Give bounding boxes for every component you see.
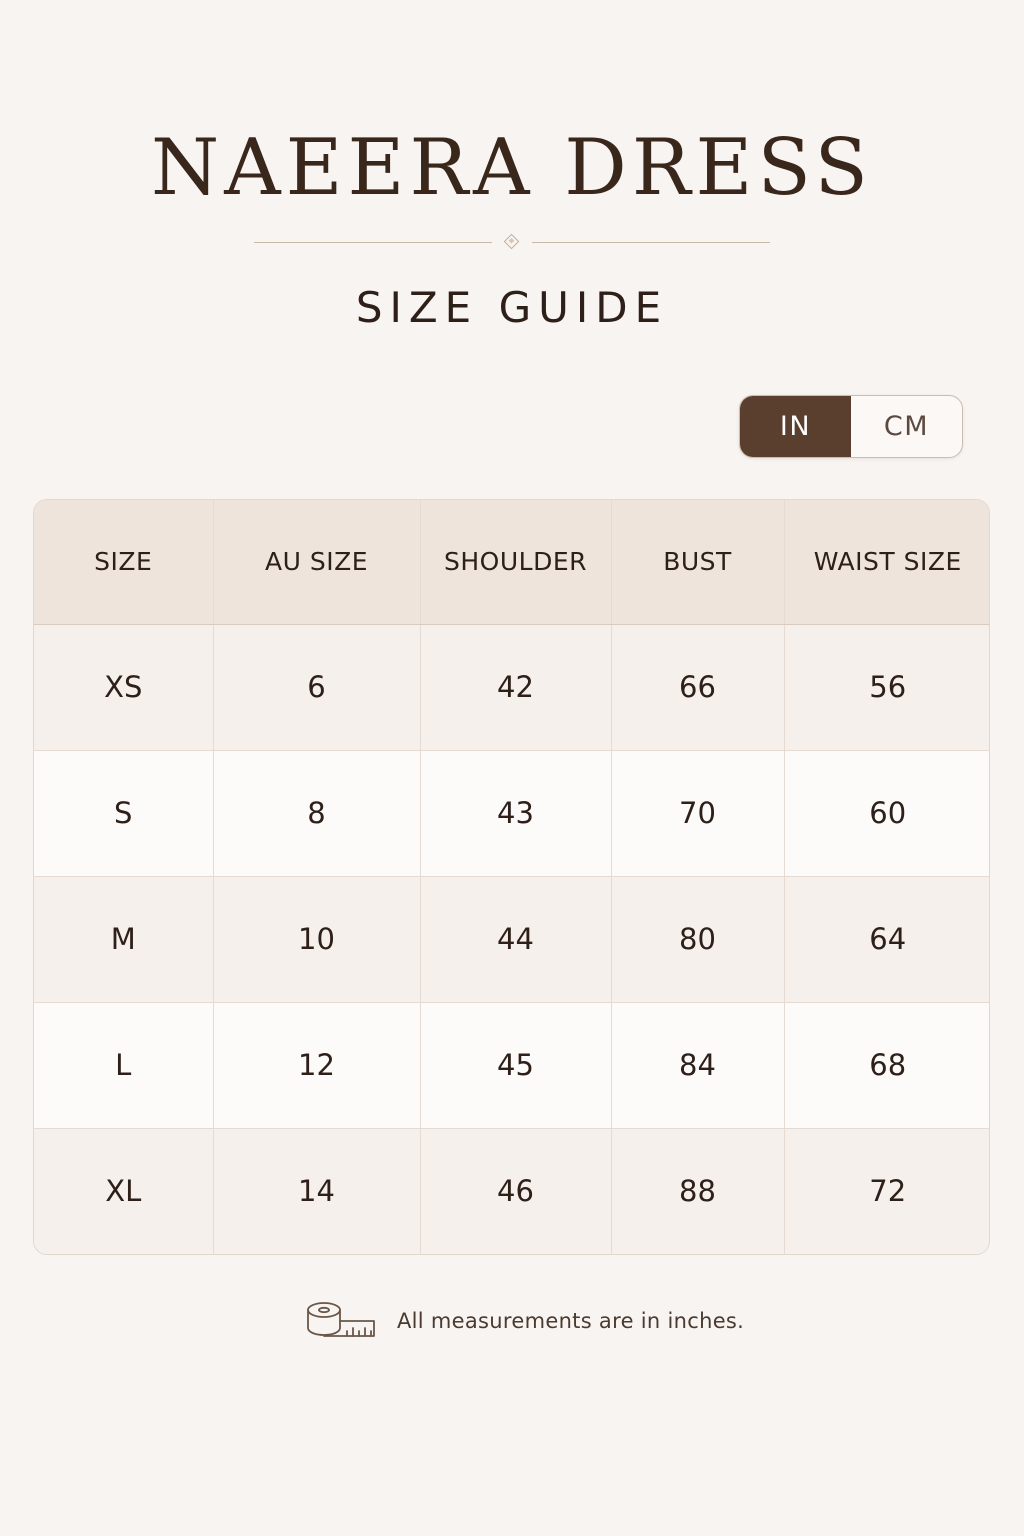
table-row: XL 14 46 88 72 bbox=[34, 1128, 989, 1254]
cell-shoulder: 46 bbox=[420, 1128, 612, 1254]
column-header-shoulder: SHOULDER bbox=[420, 500, 612, 625]
cell-waist-size: 64 bbox=[784, 876, 989, 1003]
cell-shoulder: 43 bbox=[420, 750, 612, 877]
cell-shoulder: 42 bbox=[420, 624, 612, 751]
cell-au-size: 6 bbox=[213, 624, 421, 751]
table-header-row: SIZE AU SIZE SHOULDER BUST WAIST SIZE bbox=[34, 500, 989, 625]
cell-au-size: 12 bbox=[213, 1002, 421, 1129]
cell-size: L bbox=[34, 1002, 214, 1129]
measurement-note-text: All measurements are in inches. bbox=[397, 1309, 745, 1333]
measurement-note: All measurements are in inches. bbox=[305, 1298, 744, 1344]
cell-size: XS bbox=[34, 624, 214, 751]
column-header-waist-size: WAIST SIZE bbox=[784, 500, 989, 625]
cell-shoulder: 44 bbox=[420, 876, 612, 1003]
column-header-bust: BUST bbox=[611, 500, 785, 625]
cell-bust: 70 bbox=[611, 750, 785, 877]
unit-option-in[interactable]: IN bbox=[740, 396, 851, 457]
table-row: M 10 44 80 64 bbox=[34, 876, 989, 1003]
unit-option-cm[interactable]: CM bbox=[851, 396, 962, 457]
table-row: L 12 45 84 68 bbox=[34, 1002, 989, 1129]
size-table: SIZE AU SIZE SHOULDER BUST WAIST SIZE XS… bbox=[33, 499, 990, 1255]
cell-bust: 66 bbox=[611, 624, 785, 751]
cell-waist-size: 68 bbox=[784, 1002, 989, 1129]
cell-size: S bbox=[34, 750, 214, 877]
title-divider-ornament bbox=[254, 232, 770, 252]
cell-waist-size: 72 bbox=[784, 1128, 989, 1254]
cell-size: XL bbox=[34, 1128, 214, 1254]
cell-bust: 84 bbox=[611, 1002, 785, 1129]
cell-size: M bbox=[34, 876, 214, 1003]
cell-au-size: 14 bbox=[213, 1128, 421, 1254]
unit-toggle[interactable]: IN CM bbox=[739, 395, 963, 458]
cell-bust: 80 bbox=[611, 876, 785, 1003]
cell-waist-size: 56 bbox=[784, 624, 989, 751]
table-row: XS 6 42 66 56 bbox=[34, 624, 989, 751]
cell-au-size: 10 bbox=[213, 876, 421, 1003]
divider-line-left bbox=[254, 242, 492, 243]
cell-bust: 88 bbox=[611, 1128, 785, 1254]
cell-au-size: 8 bbox=[213, 750, 421, 877]
measuring-tape-icon bbox=[307, 1302, 375, 1337]
cell-shoulder: 45 bbox=[420, 1002, 612, 1129]
column-header-au-size: AU SIZE bbox=[213, 500, 421, 625]
diamond-icon bbox=[503, 233, 520, 250]
page-subtitle: SIZE GUIDE bbox=[355, 283, 669, 332]
table-row: S 8 43 70 60 bbox=[34, 750, 989, 877]
column-header-size: SIZE bbox=[34, 500, 214, 625]
cell-waist-size: 60 bbox=[784, 750, 989, 877]
page-title: NAEERA DRESS bbox=[150, 123, 873, 213]
divider-line-right bbox=[532, 242, 770, 243]
